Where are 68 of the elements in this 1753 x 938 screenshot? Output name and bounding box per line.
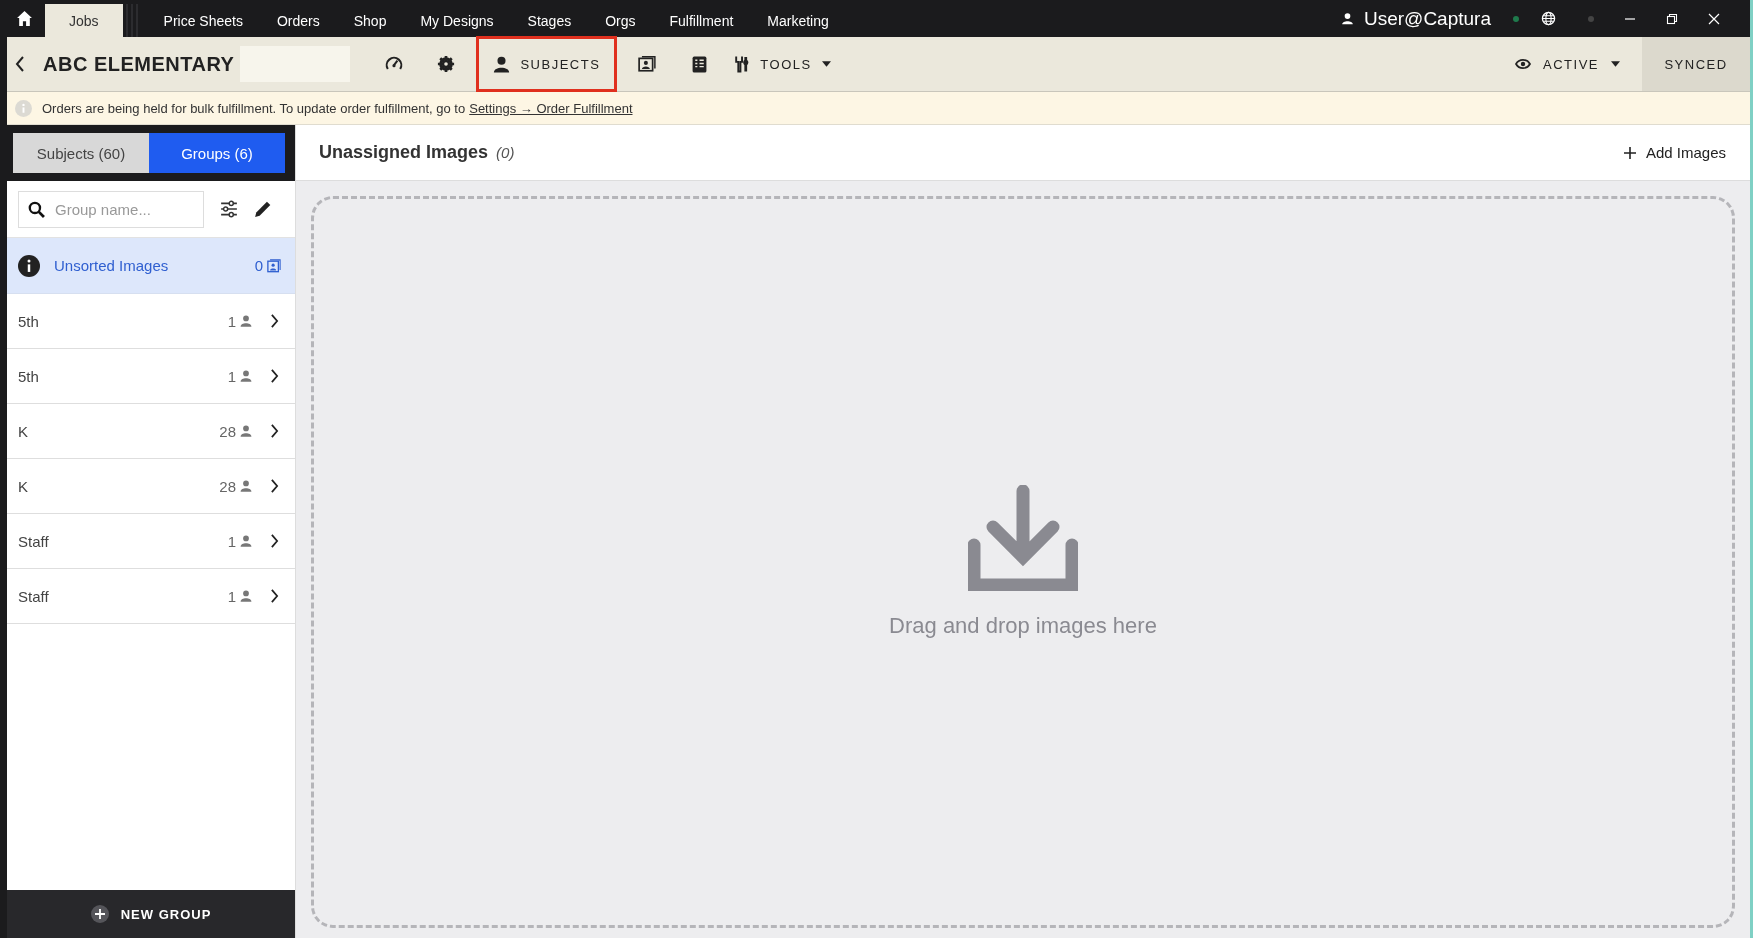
eye-icon	[1515, 58, 1532, 70]
pencil-icon[interactable]	[254, 200, 272, 218]
caret-icon	[1611, 61, 1620, 67]
download-icon	[968, 485, 1078, 591]
back-icon[interactable]	[15, 56, 25, 72]
unsorted-images-item[interactable]: Unsorted Images 0	[7, 238, 295, 294]
chevron-right-icon	[270, 589, 279, 603]
filter-icon[interactable]	[220, 200, 238, 218]
nav-tab[interactable]: Price Sheets	[146, 4, 260, 37]
section-title: Unassigned Images	[319, 142, 489, 163]
new-group-button[interactable]: NEW GROUP	[7, 890, 295, 938]
group-item[interactable]: 5th 1	[7, 349, 295, 404]
job-title: ABC ELEMENTARY	[43, 52, 235, 76]
search-field[interactable]: Group name...	[18, 190, 204, 228]
document-icon	[690, 55, 708, 73]
user-icon[interactable]	[1341, 12, 1354, 25]
group-item[interactable]: K 28	[7, 459, 295, 514]
nav-tab[interactable]: My Designs	[403, 4, 511, 37]
person-icon	[240, 425, 252, 437]
settings-icon	[437, 55, 456, 73]
person-icon	[240, 370, 252, 382]
nav-tab[interactable]: Fulfillment	[652, 4, 751, 37]
sidebar-tab[interactable]: Groups (6)	[149, 133, 285, 173]
user-name[interactable]: User@Captura	[1364, 7, 1491, 30]
group-item[interactable]: Staff 1	[7, 569, 295, 624]
info-icon	[15, 99, 32, 117]
caret-icon	[821, 61, 831, 67]
nav-tab[interactable]: Stages	[510, 4, 589, 37]
chevron-right-icon	[270, 534, 279, 548]
person-icon	[240, 480, 252, 492]
photo-icon	[267, 258, 281, 273]
home-icon[interactable]	[16, 10, 33, 27]
chevron-right-icon	[270, 369, 279, 383]
drop-hint: Drag and drop images here	[889, 613, 1157, 639]
restore-icon[interactable]	[1666, 12, 1678, 25]
close-icon[interactable]	[1708, 12, 1720, 25]
nav-tab[interactable]: Orders	[259, 4, 337, 37]
toolbar-button[interactable]: SUBJECTS	[476, 36, 618, 92]
chevron-right-icon	[270, 479, 279, 493]
toolbar-button[interactable]: TOOLS	[729, 36, 835, 92]
globe-icon[interactable]	[1541, 11, 1556, 26]
person-icon	[240, 315, 252, 327]
group-item[interactable]: Staff 1	[7, 514, 295, 569]
tools-icon	[733, 55, 751, 73]
chevron-right-icon	[270, 314, 279, 328]
plus-icon	[1623, 146, 1636, 159]
settings-link[interactable]: Settings → Order Fulfillment	[469, 100, 633, 116]
plus-icon	[90, 905, 109, 923]
group-item[interactable]: K 28	[7, 404, 295, 459]
person-icon	[240, 535, 252, 547]
nav-tab[interactable]: Orgs	[588, 4, 653, 37]
photo-stack-icon	[638, 55, 657, 73]
image-count: (0)	[496, 144, 515, 161]
nav-tab[interactable]: Shop	[336, 4, 404, 37]
status-dropdown[interactable]: ACTIVE	[1515, 56, 1620, 72]
chevron-right-icon	[270, 424, 279, 438]
sidebar-tab[interactable]: Subjects (60)	[13, 133, 149, 173]
person-icon	[240, 590, 252, 602]
add-images-button[interactable]: Add Images	[1623, 144, 1726, 161]
person-icon	[493, 55, 511, 73]
sync-status: SYNCED	[1642, 37, 1750, 91]
status-dot	[1513, 15, 1519, 22]
nav-tab[interactable]: Jobs	[45, 4, 123, 37]
group-item[interactable]: 5th 1	[7, 294, 295, 349]
status-dot	[1588, 15, 1594, 22]
info-icon	[18, 254, 40, 277]
notice-text: Orders are being held for bulk fulfillment. To update order fulfillment, go to	[42, 100, 466, 116]
nav-tab[interactable]: Marketing	[750, 4, 846, 37]
